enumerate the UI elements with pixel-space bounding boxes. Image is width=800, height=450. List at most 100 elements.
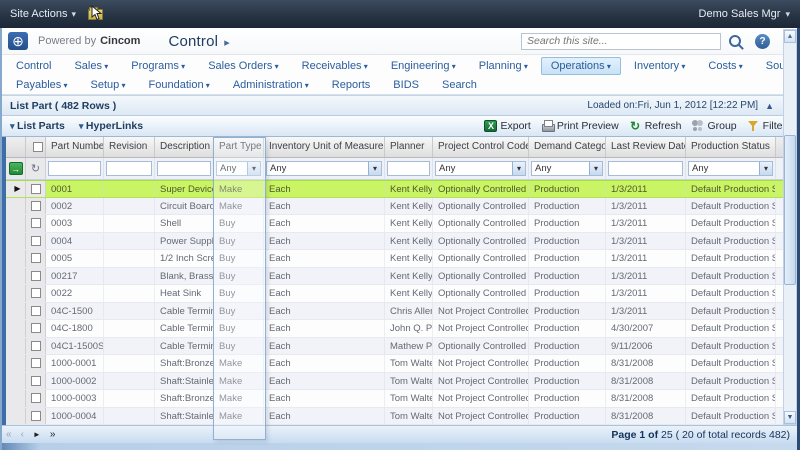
row-checkbox[interactable] <box>31 253 41 263</box>
reset-filter-icon[interactable] <box>31 162 40 175</box>
row-checkbox[interactable] <box>31 218 41 228</box>
scroll-up-icon[interactable] <box>784 30 796 43</box>
filter-input-description[interactable] <box>157 161 211 176</box>
menu-item-bids[interactable]: BIDS <box>383 76 429 94</box>
column-header-last-review-date[interactable]: Last Review Date <box>606 137 686 157</box>
table-row[interactable]: 1000-0004Shaft:StainlessMakeEachTom Walt… <box>6 408 800 426</box>
chevron-down-icon[interactable] <box>368 162 381 175</box>
menu-item-payables[interactable]: Payables <box>6 76 78 94</box>
view-button-hyperlinks[interactable]: HyperLinks <box>79 120 143 132</box>
filter-select-production-status[interactable]: Any <box>688 161 773 176</box>
row-checkbox[interactable] <box>31 201 41 211</box>
filter-input-revision[interactable] <box>106 161 152 176</box>
menu-item-reports[interactable]: Reports <box>322 76 381 94</box>
pager-previous-button[interactable] <box>21 429 24 440</box>
cell-last-review-date: 1/3/2011 <box>606 181 686 197</box>
filter-select-part-type[interactable]: Any <box>216 161 261 176</box>
filter-input-last-review-date[interactable] <box>608 161 683 176</box>
pager-next-button[interactable] <box>33 429 41 440</box>
table-row[interactable]: 1000-0001Shaft:Bronze (FMakeEachTom Walt… <box>6 355 800 373</box>
menu-item-receivables[interactable]: Receivables <box>292 57 378 75</box>
menu-item-operations[interactable]: Operations <box>541 57 621 75</box>
refresh-button[interactable]: Refresh <box>629 120 682 132</box>
column-header-part-number[interactable]: Part Number <box>46 137 104 157</box>
search-icon[interactable] <box>729 35 741 47</box>
pager-first-button[interactable] <box>6 429 12 440</box>
print-preview-button[interactable]: Print Preview <box>541 120 619 132</box>
row-checkbox[interactable] <box>31 288 41 298</box>
search-input[interactable] <box>521 33 721 50</box>
chevron-down-icon[interactable] <box>589 162 602 175</box>
export-button[interactable]: Export <box>484 120 530 132</box>
table-row[interactable]: 0003ShellBuyEachKent KellyOptionally Con… <box>6 215 800 233</box>
filter-input-planner[interactable] <box>387 161 430 176</box>
chevron-down-icon[interactable] <box>247 162 260 175</box>
filter-select-demand-category[interactable]: Any <box>531 161 603 176</box>
table-row[interactable]: 04C-1500Cable TerminalBuyEachChris Allen… <box>6 303 800 321</box>
scroll-down-icon[interactable] <box>784 411 796 424</box>
table-row[interactable]: 0022Heat SinkBuyEachKent KellyOptionally… <box>6 285 800 303</box>
row-checkbox[interactable] <box>31 376 41 386</box>
row-checkbox[interactable] <box>31 341 41 351</box>
menu-item-sales-orders[interactable]: Sales Orders <box>198 57 288 75</box>
column-header-production-status[interactable]: Production Status <box>686 137 776 157</box>
chevron-down-icon[interactable] <box>759 162 772 175</box>
column-header-demand-category[interactable]: Demand Category <box>529 137 606 157</box>
column-header-description[interactable]: Description <box>155 137 214 157</box>
table-row[interactable]: 0004Power SupplyBuyEachKent KellyOptiona… <box>6 233 800 251</box>
filter-select-project-control-code[interactable]: Any <box>435 161 526 176</box>
site-actions-menu[interactable]: Site Actions <box>10 8 76 20</box>
group-button[interactable]: Group <box>691 120 736 132</box>
row-checkbox[interactable] <box>31 393 41 403</box>
cell-revision <box>104 320 155 337</box>
row-checkbox[interactable] <box>31 306 41 316</box>
table-row[interactable]: 1000-0002Shaft:StainlessMakeEachTom Walt… <box>6 373 800 391</box>
table-row[interactable]: 1000-0003Shaft:Bronze (FMakeEachTom Walt… <box>6 390 800 408</box>
table-row[interactable]: 00051/2 Inch ScrewBuyEachKent KellyOptio… <box>6 250 800 268</box>
row-checkbox[interactable] <box>31 358 41 368</box>
filter-select-inventory-unit-of-measure[interactable]: Any <box>266 161 382 176</box>
column-header-project-control-code[interactable]: Project Control Code <box>433 137 529 157</box>
user-menu[interactable]: Demo Sales Mgr <box>699 8 790 20</box>
row-checkbox[interactable] <box>31 323 41 333</box>
menu-item-inventory[interactable]: Inventory <box>624 57 696 75</box>
column-header-part-type[interactable]: Part Type <box>214 137 264 157</box>
column-header-inventory-unit-of-measure[interactable]: Inventory Unit of Measure <box>264 137 385 157</box>
select-all-checkbox[interactable] <box>33 142 43 152</box>
filter-button[interactable]: Filter <box>747 120 786 132</box>
table-row[interactable]: 0001Super DeviceMakeEachKent KellyOption… <box>6 180 800 198</box>
menu-item-programs[interactable]: Programs <box>121 57 195 75</box>
menu-item-planning[interactable]: Planning <box>469 57 538 75</box>
table-row[interactable]: 00217Blank, Brass #2BuyEachKent KellyOpt… <box>6 268 800 286</box>
help-icon[interactable]: ? <box>755 34 770 49</box>
column-header-revision[interactable]: Revision <box>104 137 155 157</box>
table-row[interactable]: 0002Circuit BoardMakeEachKent KellyOptio… <box>6 198 800 216</box>
menu-item-sales[interactable]: Sales <box>64 57 118 75</box>
row-checkbox[interactable] <box>31 271 41 281</box>
menu-item-setup[interactable]: Setup <box>81 76 136 94</box>
apply-filter-icon[interactable] <box>9 162 23 175</box>
cell-part-number: 0022 <box>46 285 104 302</box>
menu-item-control[interactable]: Control <box>6 57 61 75</box>
menu-item-administration[interactable]: Administration <box>223 76 319 94</box>
table-row[interactable]: 04C-1800Cable TerminalBuyEachJohn Q. Pil… <box>6 320 800 338</box>
scrollbar-thumb[interactable] <box>784 135 796 285</box>
view-button-list-parts[interactable]: List Parts <box>10 120 65 132</box>
menu-item-engineering[interactable]: Engineering <box>381 57 466 75</box>
row-indicator <box>6 408 26 425</box>
row-checkbox[interactable] <box>31 236 41 246</box>
collapse-icon[interactable] <box>765 101 774 111</box>
table-row[interactable]: 04C1-1500SPCable TerminalBuyEachMathew P… <box>6 338 800 356</box>
row-checkbox[interactable] <box>31 184 41 194</box>
pager-last-button[interactable] <box>50 429 56 440</box>
cell-demand-category: Production <box>529 268 606 285</box>
menu-item-foundation[interactable]: Foundation <box>139 76 220 94</box>
chevron-down-icon[interactable] <box>512 162 525 175</box>
vertical-scrollbar[interactable] <box>783 29 797 425</box>
menu-item-costs[interactable]: Costs <box>698 57 752 75</box>
filter-input-part-number[interactable] <box>48 161 101 176</box>
page-title[interactable]: Control <box>168 33 230 50</box>
menu-item-search[interactable]: Search <box>432 76 487 94</box>
row-checkbox[interactable] <box>31 411 41 421</box>
column-header-planner[interactable]: Planner <box>385 137 433 157</box>
